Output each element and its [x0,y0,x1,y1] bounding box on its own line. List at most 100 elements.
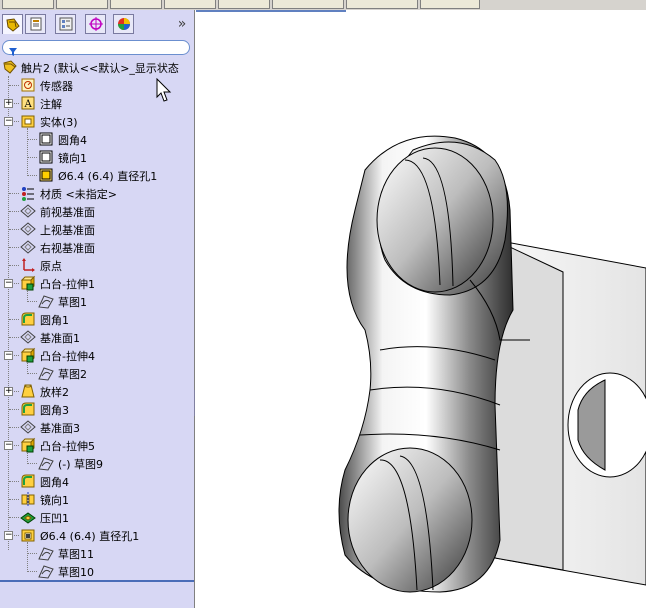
tree-item[interactable]: 基准面1 [0,328,194,346]
tab-6[interactable] [272,0,344,9]
tree-guide-line [9,481,19,482]
fillet-icon [20,311,36,327]
tree-item[interactable]: 原点 [0,256,194,274]
tree-root-part[interactable]: 触片2 (默认<<默认>_显示状态 [0,58,194,76]
tree-item[interactable]: 圆角3 [0,400,194,418]
tab-8[interactable] [420,0,480,9]
tree-item-label: 压凹1 [40,512,69,525]
tree-item-label: 草图1 [58,296,87,309]
tab-3[interactable] [110,0,162,9]
property-manager-tab[interactable] [25,14,46,34]
tree-guide-line [9,337,19,338]
tree-item-label: 原点 [40,260,62,273]
configuration-manager-tab[interactable] [55,14,76,34]
viewport-top-accent [196,10,346,12]
expand-plus-icon[interactable]: + [4,387,13,396]
plane-icon [20,203,36,219]
collapse-minus-icon[interactable]: − [4,351,13,360]
boss-extrude-icon [20,275,36,291]
tree-item[interactable]: 草图2 [0,364,194,382]
plane-icon [20,239,36,255]
tree-guide-line [9,193,19,194]
tab-5[interactable] [218,0,270,9]
fillet-icon [20,473,36,489]
feature-manager-tab[interactable] [2,14,23,34]
tree-item-label: 圆角4 [40,476,69,489]
annotation-icon: A [20,95,36,111]
tree-item[interactable]: Ø6.4 (6.4) 直径孔1 [0,166,194,184]
plane-icon [20,419,36,435]
tree-item[interactable]: 上视基准面 [0,220,194,238]
expand-plus-icon[interactable]: + [4,99,13,108]
tree-item[interactable]: 圆角4 [0,472,194,490]
origin-icon [20,257,36,273]
part-icon [2,59,18,75]
tree-item[interactable]: − 实体(3) [0,112,194,130]
tree-item[interactable]: 圆角4 [0,130,194,148]
tree-guide-line [27,301,37,302]
tab-2[interactable] [56,0,108,9]
tree-item-label: 圆角3 [40,404,69,417]
tab-7[interactable] [346,0,418,9]
tree-item-label: (-) 草图9 [58,458,104,471]
tree-item[interactable]: − 凸台-拉伸1 [0,274,194,292]
tree-item-label: 凸台-拉伸1 [40,278,95,291]
tree-guide-line [9,229,19,230]
tree-guide-line [9,409,19,410]
displaymanager-icon [117,18,130,30]
tree-item[interactable]: 压凹1 [0,508,194,526]
tree-item[interactable]: + 放样2 [0,382,194,400]
tree-item-label: 圆角4 [58,134,87,147]
tree-item[interactable]: 草图1 [0,292,194,310]
tree-item[interactable]: 材质 <未指定> [0,184,194,202]
tree-item-label: 注解 [40,98,62,111]
plane-icon [20,221,36,237]
tree-guide-line [9,517,19,518]
tree-item-label: 材质 <未指定> [40,188,117,201]
tree-root-label: 触片2 (默认<<默认>_显示状态 [21,62,179,75]
tree-item[interactable]: 镜向1 [0,148,194,166]
sensor-icon [20,77,36,93]
tree-item-label: 草图11 [58,548,94,561]
tree-item[interactable]: 草图11 [0,544,194,562]
tree-item-label: 放样2 [40,386,69,399]
tree-guide-line [27,157,37,158]
tree-item-label: Ø6.4 (6.4) 直径孔1 [58,170,158,183]
tree-item[interactable]: − 凸台-拉伸4 [0,346,194,364]
dimxpert-manager-tab[interactable] [85,14,106,34]
collapse-minus-icon[interactable]: − [4,279,13,288]
solid-bodies-icon [20,113,36,129]
collapse-minus-icon[interactable]: − [4,531,13,540]
svg-text:A: A [24,99,33,110]
tree-item[interactable]: 草图10 [0,562,194,580]
tree-item[interactable]: − Ø6.4 (6.4) 直径孔1 [0,526,194,544]
tree-guide-line [27,139,37,140]
graphics-viewport[interactable] [195,10,646,608]
collapse-minus-icon[interactable]: − [4,441,13,450]
tree-item[interactable]: 基准面3 [0,418,194,436]
tab-1[interactable] [2,0,54,9]
tree-item[interactable]: 右视基准面 [0,238,194,256]
tree-guide-line [9,427,19,428]
more-tabs-chevron-icon[interactable]: » [174,14,190,34]
tree-item-label: 上视基准面 [40,224,95,237]
tree-item[interactable]: (-) 草图9 [0,454,194,472]
tree-guide-line [9,265,19,266]
tree-item-label: 凸台-拉伸5 [40,440,95,453]
tree-item[interactable]: 前视基准面 [0,202,194,220]
collapse-minus-icon[interactable]: − [4,117,13,126]
featuremanager-icon [5,17,20,32]
tab-4[interactable] [164,0,216,9]
tree-guide-line [9,319,19,320]
tree-item[interactable]: 圆角1 [0,310,194,328]
pane-bottom-divider [0,580,194,582]
tree-item-label: 右视基准面 [40,242,95,255]
tree-item[interactable]: 镜向1 [0,490,194,508]
display-manager-tab[interactable] [113,14,134,34]
plane-icon [20,329,36,345]
feature-manager-toolbar: » [0,10,194,38]
tree-item-label: 实体(3) [40,116,78,129]
tree-item[interactable]: − 凸台-拉伸5 [0,436,194,454]
boss-extrude-icon [20,437,36,453]
feature-filter-input[interactable] [2,40,190,56]
